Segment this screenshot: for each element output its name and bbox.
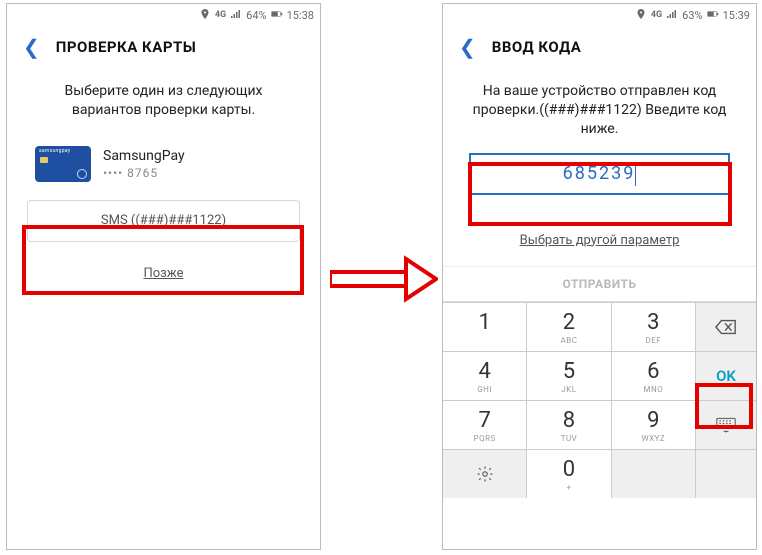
key-0[interactable]: 0+ bbox=[527, 450, 610, 498]
location-icon bbox=[635, 8, 647, 23]
battery-icon bbox=[271, 8, 283, 23]
instruction-text: Выберите один из следующих вариантов про… bbox=[7, 68, 320, 126]
clock-time: 15:38 bbox=[287, 9, 314, 22]
card-name: SamsungPay bbox=[103, 148, 185, 164]
key-backspace[interactable] bbox=[696, 303, 756, 351]
app-header: ❮ ПРОВЕРКА КАРТЫ bbox=[7, 26, 320, 68]
status-bar: 4G 63% 15:39 bbox=[443, 4, 756, 26]
key-ok[interactable]: OK bbox=[696, 352, 756, 400]
key-5[interactable]: 5JKL bbox=[527, 352, 610, 400]
numeric-keypad: 1 2ABC 3DEF 4GHI 5JKL 6MNO OK 7PQRS 8TUV… bbox=[443, 302, 756, 498]
location-icon bbox=[199, 8, 211, 23]
sms-verify-button[interactable]: SMS ((###)###1122) bbox=[27, 200, 300, 242]
key-1[interactable]: 1 bbox=[443, 303, 526, 351]
send-button[interactable]: ОТПРАВИТЬ bbox=[443, 266, 756, 302]
sms-button-label: SMS ((###)###1122) bbox=[101, 213, 226, 228]
card-row: samsungpay SamsungPay •••• 8765 bbox=[7, 126, 320, 192]
code-value: 685239 bbox=[563, 163, 636, 184]
signal-icon bbox=[666, 8, 678, 23]
flow-arrow-icon bbox=[330, 254, 438, 304]
key-7[interactable]: 7PQRS bbox=[443, 401, 526, 449]
choose-other-param-link[interactable]: Выбрать другой параметр bbox=[443, 233, 756, 248]
text-cursor bbox=[635, 162, 636, 186]
clock-time: 15:39 bbox=[723, 9, 750, 22]
key-settings[interactable] bbox=[443, 450, 526, 498]
network-4g-icon: 4G bbox=[651, 10, 662, 20]
key-hide-keyboard[interactable] bbox=[696, 401, 756, 449]
signal-icon bbox=[230, 8, 242, 23]
card-mask: •••• 8765 bbox=[103, 166, 185, 180]
header-title: ПРОВЕРКА КАРТЫ bbox=[56, 38, 197, 56]
key-8[interactable]: 8TUV bbox=[527, 401, 610, 449]
key-4[interactable]: 4GHI bbox=[443, 352, 526, 400]
key-6[interactable]: 6MNO bbox=[612, 352, 695, 400]
back-icon[interactable]: ❮ bbox=[459, 37, 476, 57]
phone-screen-enter-code: 4G 63% 15:39 ❮ ВВОД КОДА На ваше устройс… bbox=[442, 3, 757, 550]
network-4g-icon: 4G bbox=[215, 10, 226, 20]
key-9[interactable]: 9WXYZ bbox=[612, 401, 695, 449]
battery-icon bbox=[707, 8, 719, 23]
header-title: ВВОД КОДА bbox=[492, 38, 582, 56]
status-bar: 4G 64% 15:38 bbox=[7, 4, 320, 26]
phone-screen-verify-card: 4G 64% 15:38 ❮ ПРОВЕРКА КАРТЫ Выберите о… bbox=[6, 3, 321, 550]
code-input[interactable]: 685239 bbox=[469, 153, 730, 195]
battery-percent: 63% bbox=[682, 9, 702, 22]
key-2[interactable]: 2ABC bbox=[527, 303, 610, 351]
battery-percent: 64% bbox=[246, 9, 266, 22]
key-3[interactable]: 3DEF bbox=[612, 303, 695, 351]
later-link[interactable]: Позже bbox=[7, 266, 320, 281]
card-thumbnail-icon: samsungpay bbox=[35, 146, 91, 182]
instruction-text: На ваше устройство отправлен код проверк… bbox=[443, 68, 756, 145]
key-empty2 bbox=[696, 450, 756, 498]
card-meta: SamsungPay •••• 8765 bbox=[103, 148, 185, 180]
app-header: ❮ ВВОД КОДА bbox=[443, 26, 756, 68]
back-icon[interactable]: ❮ bbox=[23, 37, 40, 57]
key-empty bbox=[612, 450, 695, 498]
